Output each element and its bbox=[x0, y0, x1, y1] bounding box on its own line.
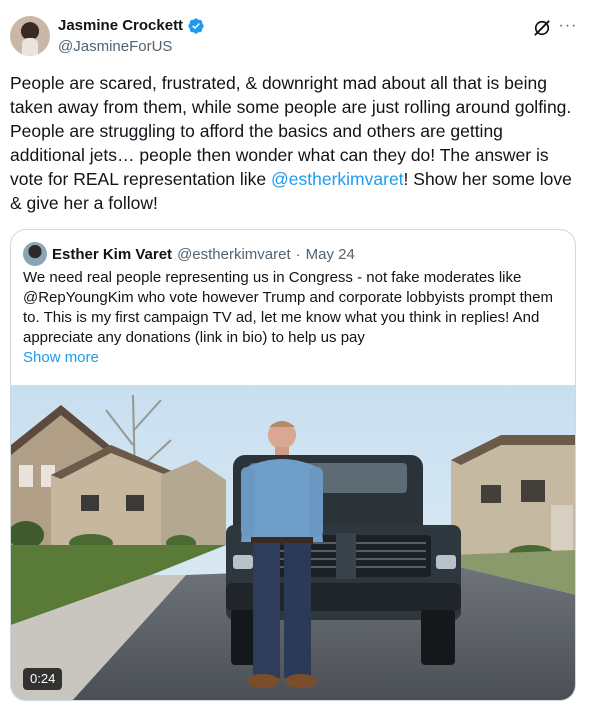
quoted-date[interactable]: May 24 bbox=[306, 246, 355, 263]
quoted-tweet[interactable]: Esther Kim Varet @estherkimvaret · May 2… bbox=[10, 229, 576, 701]
quoted-separator: · bbox=[295, 245, 301, 263]
verified-badge-icon bbox=[188, 18, 204, 34]
quoted-author-handle[interactable]: @estherkimvaret bbox=[177, 246, 291, 263]
author-avatar[interactable] bbox=[10, 16, 50, 56]
quoted-author-name[interactable]: Esther Kim Varet bbox=[52, 246, 172, 263]
video-thumbnail bbox=[11, 385, 575, 700]
more-dots-icon[interactable]: ··· bbox=[558, 16, 578, 36]
video-duration-badge: 0:24 bbox=[23, 668, 63, 690]
author-handle[interactable]: @JasmineForUS bbox=[58, 37, 172, 57]
quoted-author-avatar[interactable] bbox=[23, 242, 47, 266]
quoted-tweet-header: Esther Kim Varet @estherkimvaret · May 2… bbox=[23, 242, 355, 266]
tweet-text: People are scared, frustrated, & downrig… bbox=[10, 71, 582, 215]
grok-icon[interactable] bbox=[532, 18, 552, 38]
quoted-tweet-text: We need real people representing us in C… bbox=[23, 269, 553, 346]
show-more-link[interactable]: Show more bbox=[23, 348, 99, 368]
author-name-row: Jasmine Crockett bbox=[58, 16, 205, 36]
tweet-mention-link[interactable]: @estherkimvaret bbox=[271, 169, 404, 189]
video-player[interactable]: 0:24 bbox=[11, 385, 575, 700]
tweet-header: Jasmine Crockett @JasmineForUS ··· bbox=[10, 12, 580, 60]
author-display-name[interactable]: Jasmine Crockett bbox=[58, 16, 183, 36]
